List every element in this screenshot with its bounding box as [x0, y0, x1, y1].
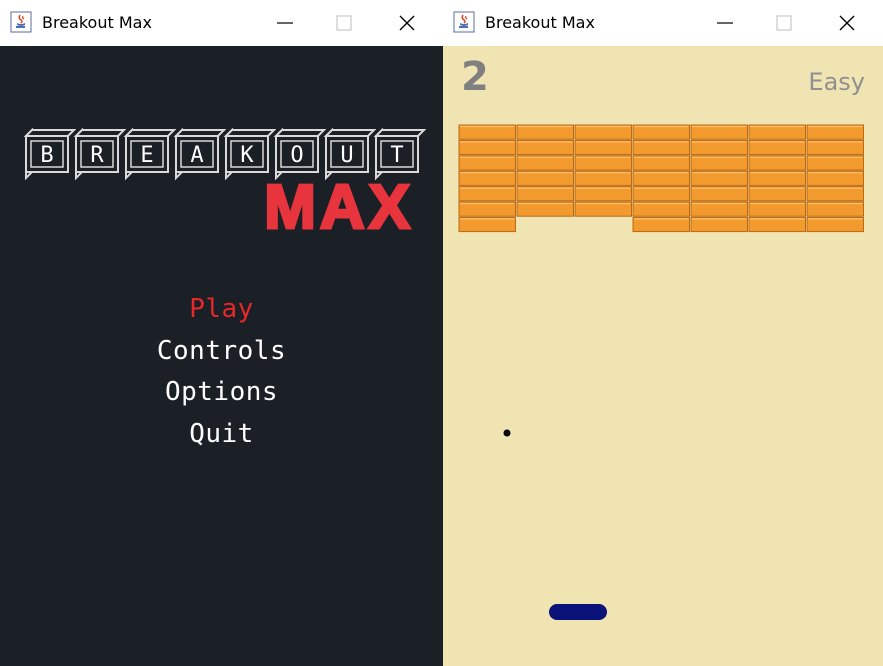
brick	[574, 124, 632, 140]
game-logo: B R E A K O U T MAX	[23, 127, 426, 236]
playfield-canvas	[458, 124, 864, 620]
menu-item-options[interactable]: Options	[0, 377, 443, 407]
brick	[458, 216, 516, 233]
logo-letter-block: E	[123, 127, 177, 181]
brick	[690, 124, 748, 140]
brick-grid	[458, 124, 864, 233]
logo-letter-block: K	[223, 127, 277, 181]
brick	[806, 155, 864, 171]
title-bar[interactable]: Breakout Max	[443, 0, 883, 46]
logo-subtitle: MAX	[264, 173, 414, 236]
brick	[806, 124, 864, 140]
brick	[748, 216, 806, 233]
menu-screen: B R E A K O U T MAX Play Controls Options Quit	[0, 46, 443, 666]
logo-letter-block: R	[73, 127, 127, 181]
menu-window: Breakout Max B R E A K O U T MAX Play Controls …	[0, 0, 443, 666]
maximize-button[interactable]	[332, 11, 356, 35]
brick	[748, 124, 806, 140]
logo-letter: B	[40, 143, 53, 168]
title-bar[interactable]: Breakout Max	[0, 0, 443, 46]
brick	[690, 201, 748, 217]
brick	[516, 155, 574, 171]
menu-item-controls[interactable]: Controls	[0, 336, 443, 366]
menu-item-quit[interactable]: Quit	[0, 419, 443, 449]
logo-title: BREAKOUT	[23, 127, 426, 181]
window-title: Breakout Max	[485, 13, 595, 32]
brick	[516, 139, 574, 156]
close-button[interactable]	[395, 11, 419, 35]
logo-letter-block: B	[23, 127, 77, 181]
brick	[458, 155, 516, 171]
brick	[574, 170, 632, 186]
brick	[574, 201, 632, 217]
brick	[690, 216, 748, 233]
brick	[458, 201, 516, 217]
window-title: Breakout Max	[42, 13, 152, 32]
brick	[806, 201, 864, 217]
maximize-button[interactable]	[772, 11, 796, 35]
java-app-icon	[10, 11, 32, 33]
game-playfield[interactable]: 2 Easy	[443, 46, 883, 666]
logo-letter: R	[90, 143, 104, 168]
brick	[458, 139, 516, 156]
logo-letter: K	[240, 143, 254, 168]
brick	[632, 155, 690, 171]
brick	[574, 139, 632, 156]
brick	[632, 216, 690, 233]
brick	[458, 124, 516, 140]
menu-item-play[interactable]: Play	[0, 294, 443, 324]
brick	[632, 201, 690, 217]
brick	[806, 216, 864, 233]
brick	[748, 155, 806, 171]
brick	[458, 170, 516, 186]
brick	[458, 186, 516, 202]
minimize-button[interactable]	[273, 11, 297, 35]
brick	[690, 139, 748, 156]
logo-letter-block: U	[323, 127, 377, 181]
brick	[690, 170, 748, 186]
java-app-icon	[453, 11, 475, 33]
brick	[516, 186, 574, 202]
brick	[690, 155, 748, 171]
brick	[748, 139, 806, 156]
logo-letter: T	[390, 143, 403, 168]
logo-letter: A	[190, 143, 203, 168]
logo-letter-block: A	[173, 127, 227, 181]
logo-letter-block: T	[373, 127, 426, 181]
brick	[806, 139, 864, 156]
brick	[516, 124, 574, 140]
brick	[632, 170, 690, 186]
brick	[806, 170, 864, 186]
minimize-button[interactable]	[713, 11, 737, 35]
logo-letter: U	[340, 143, 353, 168]
logo-letter: E	[140, 143, 153, 168]
ball	[503, 429, 511, 437]
brick	[748, 186, 806, 202]
brick	[632, 139, 690, 156]
game-window: Breakout Max 2 Easy	[443, 0, 883, 666]
brick	[748, 170, 806, 186]
brick	[574, 155, 632, 171]
brick	[806, 186, 864, 202]
paddle	[549, 604, 607, 620]
logo-letter: O	[290, 143, 303, 168]
brick	[690, 186, 748, 202]
brick	[632, 186, 690, 202]
brick	[632, 124, 690, 140]
brick	[748, 201, 806, 217]
brick	[516, 170, 574, 186]
brick	[516, 201, 574, 217]
logo-letter-block: O	[273, 127, 327, 181]
brick	[574, 186, 632, 202]
close-button[interactable]	[835, 11, 859, 35]
